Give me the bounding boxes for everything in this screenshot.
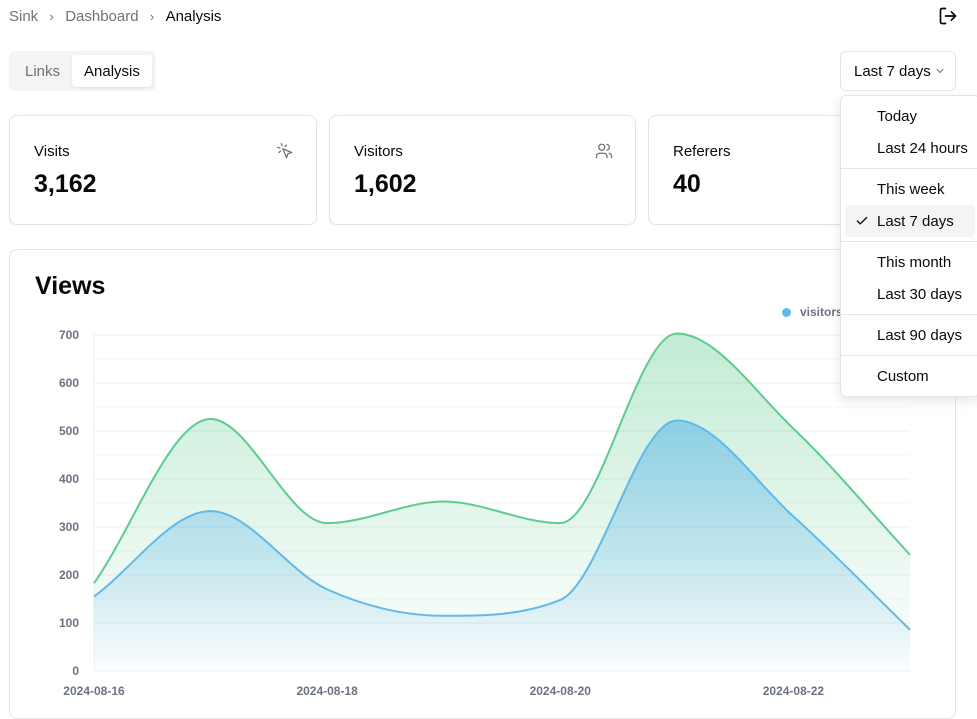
breadcrumb-sink[interactable]: Sink — [9, 8, 38, 25]
menu-item-last-24-hours[interactable]: Last 24 hours — [845, 132, 975, 164]
check-icon — [856, 216, 868, 225]
menu-separator — [841, 355, 977, 356]
menu-item-label: This week — [877, 180, 945, 198]
stat-value: 3,162 — [34, 170, 97, 198]
tab-links[interactable]: Links — [13, 55, 72, 87]
menu-item-label: Last 30 days — [877, 285, 963, 303]
stat-card-visits: Visits 3,162 — [9, 115, 317, 225]
date-range-value: Last 7 days — [854, 62, 931, 80]
date-range-select[interactable]: Last 7 days — [840, 51, 956, 91]
stat-label: Referers — [673, 143, 731, 160]
menu-item-label: Last 24 hours — [877, 139, 968, 157]
menu-item-label: This month — [877, 253, 952, 271]
menu-separator — [841, 314, 977, 315]
menu-separator — [841, 168, 977, 169]
breadcrumb-analysis: Analysis — [165, 8, 222, 25]
view-tabs: Links Analysis — [9, 51, 156, 91]
users-icon — [595, 143, 613, 159]
breadcrumb: Sink › Dashboard › Analysis — [9, 8, 221, 25]
legend-label: visitors — [800, 305, 843, 319]
menu-item-last-90-days[interactable]: Last 90 days — [845, 319, 975, 351]
menu-item-custom[interactable]: Custom — [845, 360, 975, 392]
menu-item-label: Today — [877, 107, 918, 125]
menu-item-label: Custom — [877, 367, 929, 385]
menu-item-last-7-days[interactable]: Last 7 days — [845, 205, 975, 237]
stat-value: 40 — [673, 170, 701, 198]
menu-item-this-week[interactable]: This week — [845, 173, 975, 205]
stat-value: 1,602 — [354, 170, 417, 198]
chart-legend: visitors — [782, 305, 843, 319]
stat-label: Visits — [34, 143, 70, 160]
menu-separator — [841, 241, 977, 242]
views-card: Views visitors — [9, 249, 956, 719]
stat-card-visitors: Visitors 1,602 — [329, 115, 636, 225]
legend-dot — [782, 307, 791, 317]
menu-item-label: Last 90 days — [877, 326, 963, 344]
chevron-right-icon: › — [149, 9, 155, 24]
menu-item-this-month[interactable]: This month — [845, 246, 975, 278]
mouse-pointer-click-icon — [277, 143, 293, 159]
views-title: Views — [35, 272, 106, 300]
chevron-right-icon: › — [49, 9, 54, 24]
menu-item-label: Last 7 days — [877, 212, 954, 230]
menu-item-last-30-days[interactable]: Last 30 days — [845, 278, 975, 310]
top-bar: Sink › Dashboard › Analysis — [0, 0, 977, 34]
date-range-menu: Today Last 24 hours This week Last 7 days Th… — [840, 95, 977, 397]
chevron-down-icon — [936, 69, 944, 73]
stat-label: Visitors — [354, 143, 403, 160]
log-out-icon[interactable] — [938, 6, 958, 26]
menu-item-today[interactable]: Today — [845, 100, 975, 132]
tab-analysis[interactable]: Analysis — [72, 55, 152, 87]
breadcrumb-dashboard[interactable]: Dashboard — [65, 8, 138, 25]
